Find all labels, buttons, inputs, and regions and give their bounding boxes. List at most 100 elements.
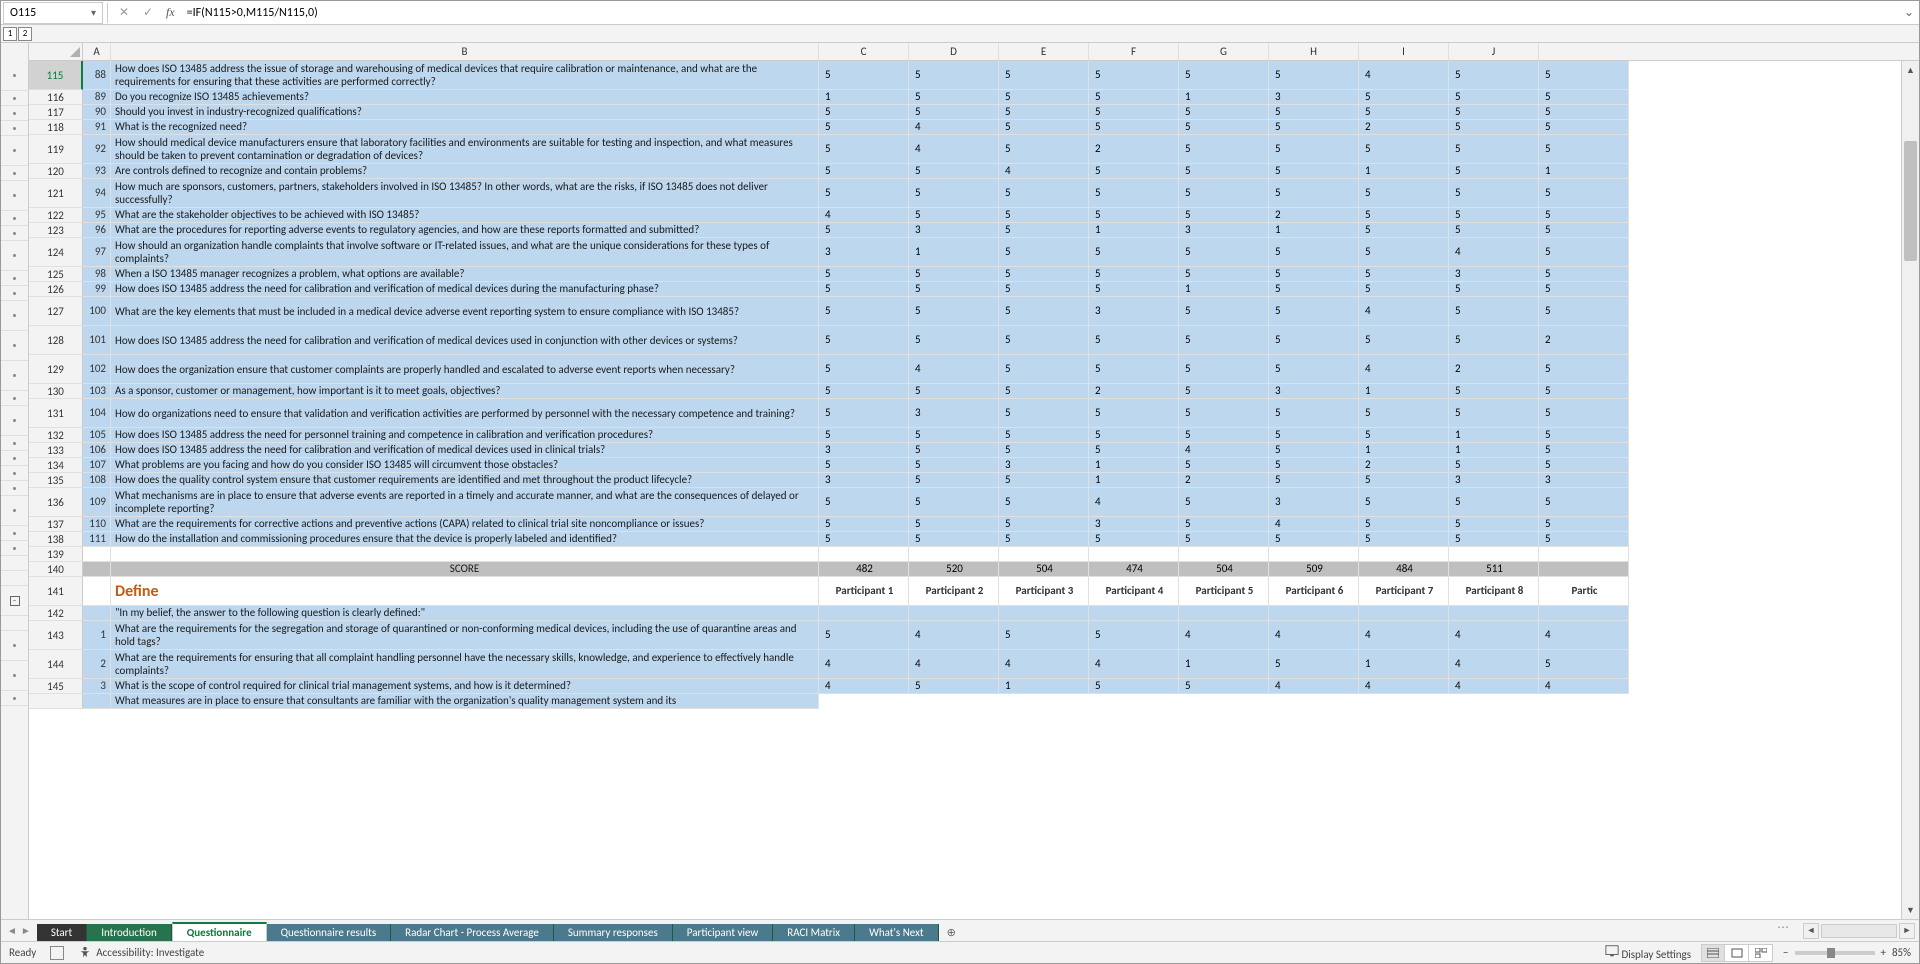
cell[interactable]: 5 [1449,458,1539,473]
cell[interactable]: 5 [1539,355,1629,384]
cell[interactable]: 4 [909,621,999,650]
cell[interactable] [909,547,999,562]
cell[interactable]: 5 [909,282,999,297]
cell[interactable]: What mechanisms are in place to ensure t… [111,488,819,517]
row-header[interactable]: 141 [29,577,83,606]
cell[interactable] [1359,547,1449,562]
cell[interactable]: 110 [83,517,111,532]
cell[interactable]: 5 [1449,61,1539,90]
col-header-H[interactable]: H [1269,43,1359,60]
cell[interactable]: 5 [1089,399,1179,428]
cell[interactable]: 5 [1089,179,1179,208]
cell[interactable]: 482 [819,562,909,577]
view-page-layout-button[interactable] [1725,944,1749,962]
cell[interactable]: 5 [1359,428,1449,443]
cell[interactable]: 102 [83,355,111,384]
cell[interactable]: 5 [1359,282,1449,297]
formula-cancel-button[interactable]: ✕ [112,3,136,23]
cell[interactable]: 5 [819,105,909,120]
cell[interactable]: 1 [1089,458,1179,473]
cell[interactable]: 107 [83,458,111,473]
row-header[interactable]: 115 [29,61,83,90]
cell[interactable]: 5 [999,428,1089,443]
cell[interactable]: 5 [1089,443,1179,458]
cell[interactable]: 2 [1539,326,1629,355]
outline-collapse-button[interactable]: − [1,586,28,616]
cell[interactable]: 5 [999,135,1089,164]
cell[interactable]: 94 [83,179,111,208]
cell[interactable]: 1 [1179,282,1269,297]
cell[interactable]: 3 [819,443,909,458]
cell[interactable]: 3 [999,458,1089,473]
cell[interactable]: 5 [1179,326,1269,355]
cell[interactable] [999,547,1089,562]
cell[interactable]: 5 [1359,90,1449,105]
cell[interactable]: 3 [1539,473,1629,488]
col-header-F[interactable]: F [1089,43,1179,60]
cell[interactable]: 5 [999,488,1089,517]
cell[interactable]: How does ISO 13485 address the need for … [111,443,819,458]
accessibility-status[interactable]: Accessibility: Investigate [78,946,204,960]
cell[interactable]: 5 [1269,650,1359,679]
cell[interactable]: 5 [1449,164,1539,179]
cell[interactable]: 104 [83,399,111,428]
cell[interactable]: 4 [1449,621,1539,650]
cell[interactable]: 4 [1359,61,1449,90]
cell[interactable]: 2 [1359,120,1449,135]
cell[interactable]: How does ISO 13485 address the need for … [111,428,819,443]
row-header[interactable]: 134 [29,458,83,473]
cell[interactable]: "In my belief, the answer to the followi… [111,606,819,621]
cell[interactable]: 5 [909,384,999,399]
cell[interactable]: 5 [1089,120,1179,135]
cell[interactable]: 5 [999,297,1089,326]
cell[interactable]: 5 [909,517,999,532]
cell[interactable] [1539,547,1629,562]
cell[interactable]: 5 [1539,90,1629,105]
cell[interactable]: 5 [909,473,999,488]
hscroll-left-icon[interactable]: ◄ [1803,923,1819,939]
row-header[interactable]: 120 [29,164,83,179]
cell[interactable]: 5 [1179,238,1269,267]
cell[interactable]: What are the requirements for ensuring t… [111,650,819,679]
cell[interactable]: 5 [1539,179,1629,208]
cell[interactable]: 4 [1269,621,1359,650]
hscroll-right-icon[interactable]: ► [1899,923,1915,939]
fx-icon[interactable]: fx [166,5,175,20]
cell[interactable]: 5 [1449,120,1539,135]
cell[interactable]: 1 [1359,164,1449,179]
cell[interactable]: 5 [909,443,999,458]
cell[interactable]: 5 [909,90,999,105]
cell[interactable]: 5 [999,208,1089,223]
cell[interactable]: 484 [1359,562,1449,577]
cell[interactable]: 103 [83,384,111,399]
row-header[interactable]: 142 [29,606,83,621]
cell[interactable]: 5 [1179,428,1269,443]
cell[interactable]: 3 [909,223,999,238]
row-header[interactable]: 122 [29,208,83,223]
view-page-break-button[interactable] [1749,944,1773,962]
formula-confirm-button[interactable]: ✓ [136,3,160,23]
cell[interactable]: 5 [999,61,1089,90]
scroll-down-icon[interactable]: ▼ [1902,901,1919,919]
cell[interactable]: 4 [1269,679,1359,694]
cell[interactable]: 5 [999,267,1089,282]
cell[interactable]: Participant 2 [909,577,999,606]
cell[interactable]: 4 [1539,621,1629,650]
cell[interactable]: Participant 5 [1179,577,1269,606]
cell[interactable]: 5 [819,355,909,384]
cell[interactable]: 1 [909,238,999,267]
cell[interactable]: 5 [1179,458,1269,473]
row-header[interactable]: 125 [29,267,83,282]
cell[interactable]: 5 [1359,105,1449,120]
cell[interactable]: 5 [1359,179,1449,208]
cell[interactable]: 108 [83,473,111,488]
formula-input[interactable] [181,3,1899,23]
cell[interactable]: 1 [83,621,111,650]
cell[interactable]: 4 [1449,679,1539,694]
zoom-in-button[interactable]: + [1881,946,1886,959]
cell[interactable]: 5 [1269,428,1359,443]
cell[interactable]: 5 [1269,297,1359,326]
cell[interactable]: 5 [819,621,909,650]
cell[interactable]: Participant 8 [1449,577,1539,606]
scroll-up-icon[interactable]: ▲ [1902,61,1919,79]
